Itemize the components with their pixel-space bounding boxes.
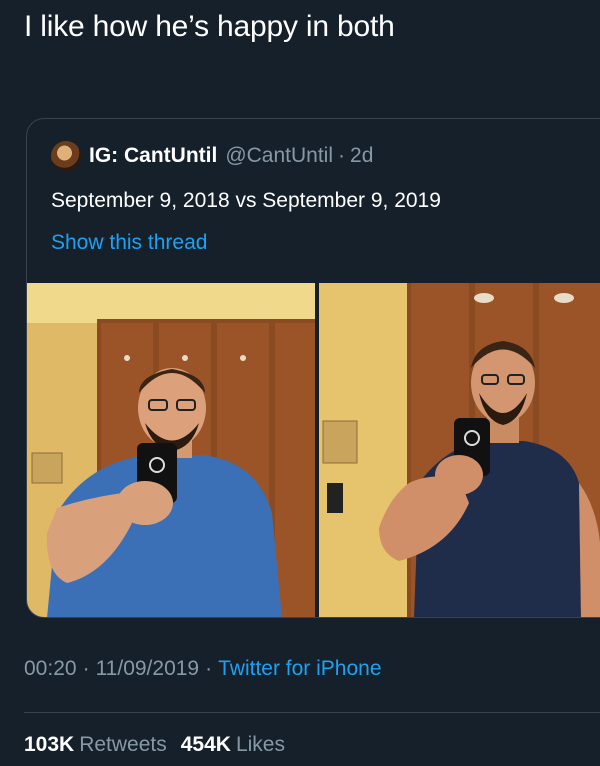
header-separator: · <box>338 144 346 167</box>
quoted-tweet-text: September 9, 2018 vs September 9, 2019 <box>51 189 441 212</box>
meta-separator: · <box>82 657 90 680</box>
tweet-source-link[interactable]: Twitter for iPhone <box>218 657 381 680</box>
quoted-tweet-card[interactable]: IG: CantUntil @CantUntil · 2d September … <box>26 118 600 618</box>
after-photo[interactable] <box>319 283 600 617</box>
retweets-count: 103K <box>24 733 75 756</box>
tweet-meta: 00:20 · 11/09/2019 · Twitter for iPhone <box>24 657 382 681</box>
tweet-date[interactable]: 11/09/2019 <box>96 657 200 680</box>
tweet-text: I like how he’s happy in both <box>24 10 395 43</box>
quoted-display-name[interactable]: IG: CantUntil <box>89 144 217 168</box>
retweets-label: Retweets <box>79 733 167 756</box>
likes-label: Likes <box>235 733 285 756</box>
before-photo[interactable] <box>27 283 315 617</box>
quoted-tweet-age[interactable]: 2d <box>350 144 373 168</box>
likes-count: 454K <box>180 733 231 756</box>
likes-stat[interactable]: 454K Likes <box>181 733 299 756</box>
tweet-time[interactable]: 00:20 <box>24 657 77 680</box>
profile-photo-icon[interactable] <box>51 141 81 171</box>
tweet-stats: 103K Retweets 454K Likes <box>24 733 299 757</box>
retweets-stat[interactable]: 103K Retweets <box>24 733 181 756</box>
quoted-tweet-header: IG: CantUntil @CantUntil · 2d <box>51 141 373 171</box>
meta-separator: · <box>205 657 213 680</box>
divider <box>24 712 600 713</box>
show-thread-link[interactable]: Show this thread <box>51 231 207 255</box>
quoted-handle[interactable]: @CantUntil <box>225 144 333 168</box>
quoted-tweet-photos <box>27 283 600 617</box>
